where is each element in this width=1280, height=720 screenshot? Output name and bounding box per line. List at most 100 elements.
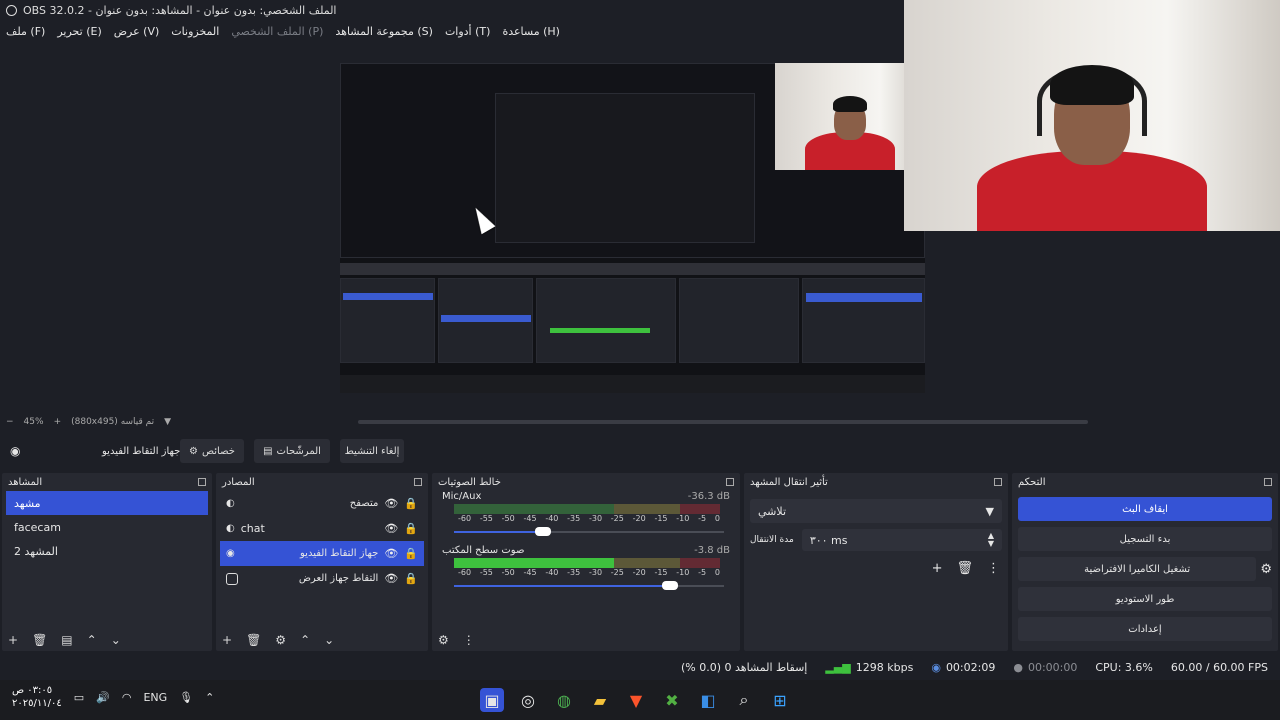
source-item[interactable]: ◐ متصفح 👁 🔒 [220, 491, 424, 516]
start-recording-button[interactable]: بدء التسجيل [1018, 527, 1272, 551]
scene-item[interactable]: مشهد [6, 491, 208, 515]
duration-value: ٣٠٠ ms [809, 533, 848, 547]
clock[interactable]: ٠٣:٠٥ ص ٢٠٢٥/١١/٠٤ [12, 684, 62, 710]
volume-slider[interactable] [454, 581, 724, 591]
trash-icon[interactable]: 🗑 [956, 561, 973, 576]
search-icon[interactable]: ⌕ [732, 688, 756, 712]
menu-view[interactable]: عرض (V) [114, 25, 160, 38]
meter-ticks: -60 -55 -50 -45 -40 -35 -30 -25 -20 -15 -10 -5 0 [458, 568, 720, 577]
undock-icon[interactable] [1264, 478, 1272, 486]
transitions-title: تأثير انتقال المشهد [750, 476, 828, 488]
transition-select[interactable]: تلاشي ▼ [750, 499, 1002, 523]
app-icon[interactable]: ▣ [480, 688, 504, 712]
meter-tick-label: -5 [698, 568, 707, 577]
preview-canvas[interactable] [340, 63, 925, 393]
trash-icon[interactable]: 🗑 [32, 633, 47, 647]
chevron-up-icon[interactable]: ⌃ [87, 633, 97, 647]
stop-stream-button[interactable]: ايقاف البث [1018, 497, 1272, 521]
microphone-icon[interactable]: 🎙 [179, 691, 193, 704]
editor-icon[interactable]: ◧ [696, 688, 720, 712]
chevron-up-icon[interactable]: ⌃ [300, 633, 310, 647]
add-icon[interactable]: + [932, 561, 943, 576]
virtual-camera-button[interactable]: تشغيل الكاميرا الافتراضية [1018, 557, 1257, 581]
undock-icon[interactable] [198, 478, 206, 486]
xbox-icon[interactable]: ✖ [660, 688, 684, 712]
volume-icon[interactable]: 🔊 [96, 691, 110, 704]
chrome-icon[interactable]: ◍ [552, 688, 576, 712]
add-icon[interactable]: + [222, 633, 232, 647]
lock-icon[interactable]: 🔒 [404, 497, 418, 510]
studio-mode-button[interactable]: طور الاستوديو [1018, 587, 1272, 611]
gear-icon[interactable]: ⚙ [1260, 562, 1272, 577]
brave-icon[interactable]: ▼ [624, 688, 648, 712]
menu-file[interactable]: ملف (F) [6, 25, 45, 38]
deactivate-button[interactable]: إلغاء التنشيط [340, 439, 404, 463]
scene-item[interactable]: facecam [6, 515, 208, 539]
preview-scrollbar[interactable] [358, 420, 1088, 424]
settings-button[interactable]: إعدادات [1018, 617, 1272, 641]
gear-icon[interactable]: ⚙ [438, 633, 449, 647]
source-item[interactable]: التقاط جهاز العرض 👁 🔒 [220, 566, 424, 591]
duration-label: مدة الانتقال [750, 535, 794, 545]
meter-tick-label: -10 [676, 514, 690, 523]
eye-icon[interactable]: 👁 [384, 547, 398, 560]
stream-time-value: 00:02:09 [945, 660, 996, 674]
add-icon[interactable]: + [8, 633, 18, 647]
meter-segment [680, 504, 720, 514]
zoom-out-icon[interactable]: − [6, 417, 14, 427]
undock-icon[interactable] [414, 478, 422, 486]
undock-icon[interactable] [994, 478, 1002, 486]
wifi-icon[interactable]: ◠ [122, 691, 132, 704]
eye-icon[interactable]: 👁 [384, 522, 398, 535]
controls-title: التحكم [1018, 476, 1046, 488]
zoom-in-icon[interactable]: + [54, 417, 62, 427]
source-item[interactable]: ◉ جهاز التقاط الفيديو 👁 🔒 [220, 541, 424, 566]
scene-item[interactable]: المشهد 2 [6, 539, 208, 563]
scenes-title: المشاهد [8, 476, 43, 488]
filters-button[interactable]: ▤ المرشّحات [254, 439, 330, 463]
source-item[interactable]: ◐ chat 👁 🔒 [220, 516, 424, 541]
lock-icon[interactable]: 🔒 [404, 572, 418, 585]
meter-tick-label: -5 [698, 514, 707, 523]
more-icon[interactable]: ⋮ [987, 561, 1000, 576]
meter-tick-label: -30 [588, 568, 603, 577]
system-tray: ٠٣:٠٥ ص ٢٠٢٥/١١/٠٤ ▭ 🔊 ◠ ENG 🎙 ⌃ [12, 684, 214, 710]
duration-stepper[interactable]: ٣٠٠ ms ▲ ▼ [801, 529, 1002, 551]
meter-ticks: -60 -55 -50 -45 -40 -35 -30 -25 -20 -15 -10 -5 0 [458, 514, 720, 523]
language-indicator[interactable]: ENG [143, 691, 167, 704]
eye-icon[interactable]: 👁 [384, 497, 398, 510]
menu-edit[interactable]: تحرير (E) [57, 25, 101, 38]
filter-icon[interactable]: ▤ [61, 633, 72, 647]
lock-icon[interactable]: 🔒 [404, 547, 418, 560]
menu-tools[interactable]: أدوات (T) [445, 25, 491, 38]
trash-icon[interactable]: 🗑 [246, 633, 261, 647]
obs-logo-icon [6, 4, 17, 16]
selected-source-name: جهاز التقاط الفيديو [102, 445, 181, 457]
volume-slider[interactable] [454, 527, 724, 537]
chevron-up-icon[interactable]: ⌃ [205, 691, 214, 704]
record-time-value: 00:00:00 [1027, 660, 1078, 674]
undock-icon[interactable] [726, 478, 734, 486]
more-icon[interactable]: ⋮ [463, 633, 475, 647]
source-label: متصفح [349, 498, 379, 509]
stepper-arrows-icon[interactable]: ▲ ▼ [988, 532, 994, 548]
eye-icon[interactable]: 👁 [384, 572, 398, 585]
menu-scene-collection[interactable]: مجموعة المشاهد (S) [335, 25, 433, 38]
chevron-down-icon[interactable]: ⌄ [111, 633, 121, 647]
camera-icon[interactable]: ◉ [10, 444, 20, 458]
menu-docks[interactable]: المخزونات [171, 25, 219, 38]
mixer-channel-desktop: صوت سطح المكتب -3.8 dB -60 -55 -50 -45 -40 -3… [438, 545, 734, 591]
battery-icon[interactable]: ▭ [74, 691, 84, 704]
windows-start-icon[interactable]: ⊞ [768, 688, 792, 712]
chevron-down-icon[interactable]: ⌄ [324, 633, 334, 647]
lock-icon[interactable]: 🔒 [404, 522, 418, 535]
filters-label: المرشّحات [276, 445, 321, 457]
scenes-header: المشاهد [2, 473, 212, 491]
menu-profile[interactable]: الملف الشخصي (P) [231, 25, 323, 38]
gear-icon[interactable]: ⚙ [275, 633, 286, 647]
zoom-dropdown-icon[interactable]: ▼ [164, 417, 171, 427]
folder-icon[interactable]: ▰ [588, 688, 612, 712]
obs-app-icon[interactable]: ◎ [516, 688, 540, 712]
menu-help[interactable]: مساعدة (H) [502, 25, 560, 38]
properties-button[interactable]: ⚙ خصائص [180, 439, 244, 463]
